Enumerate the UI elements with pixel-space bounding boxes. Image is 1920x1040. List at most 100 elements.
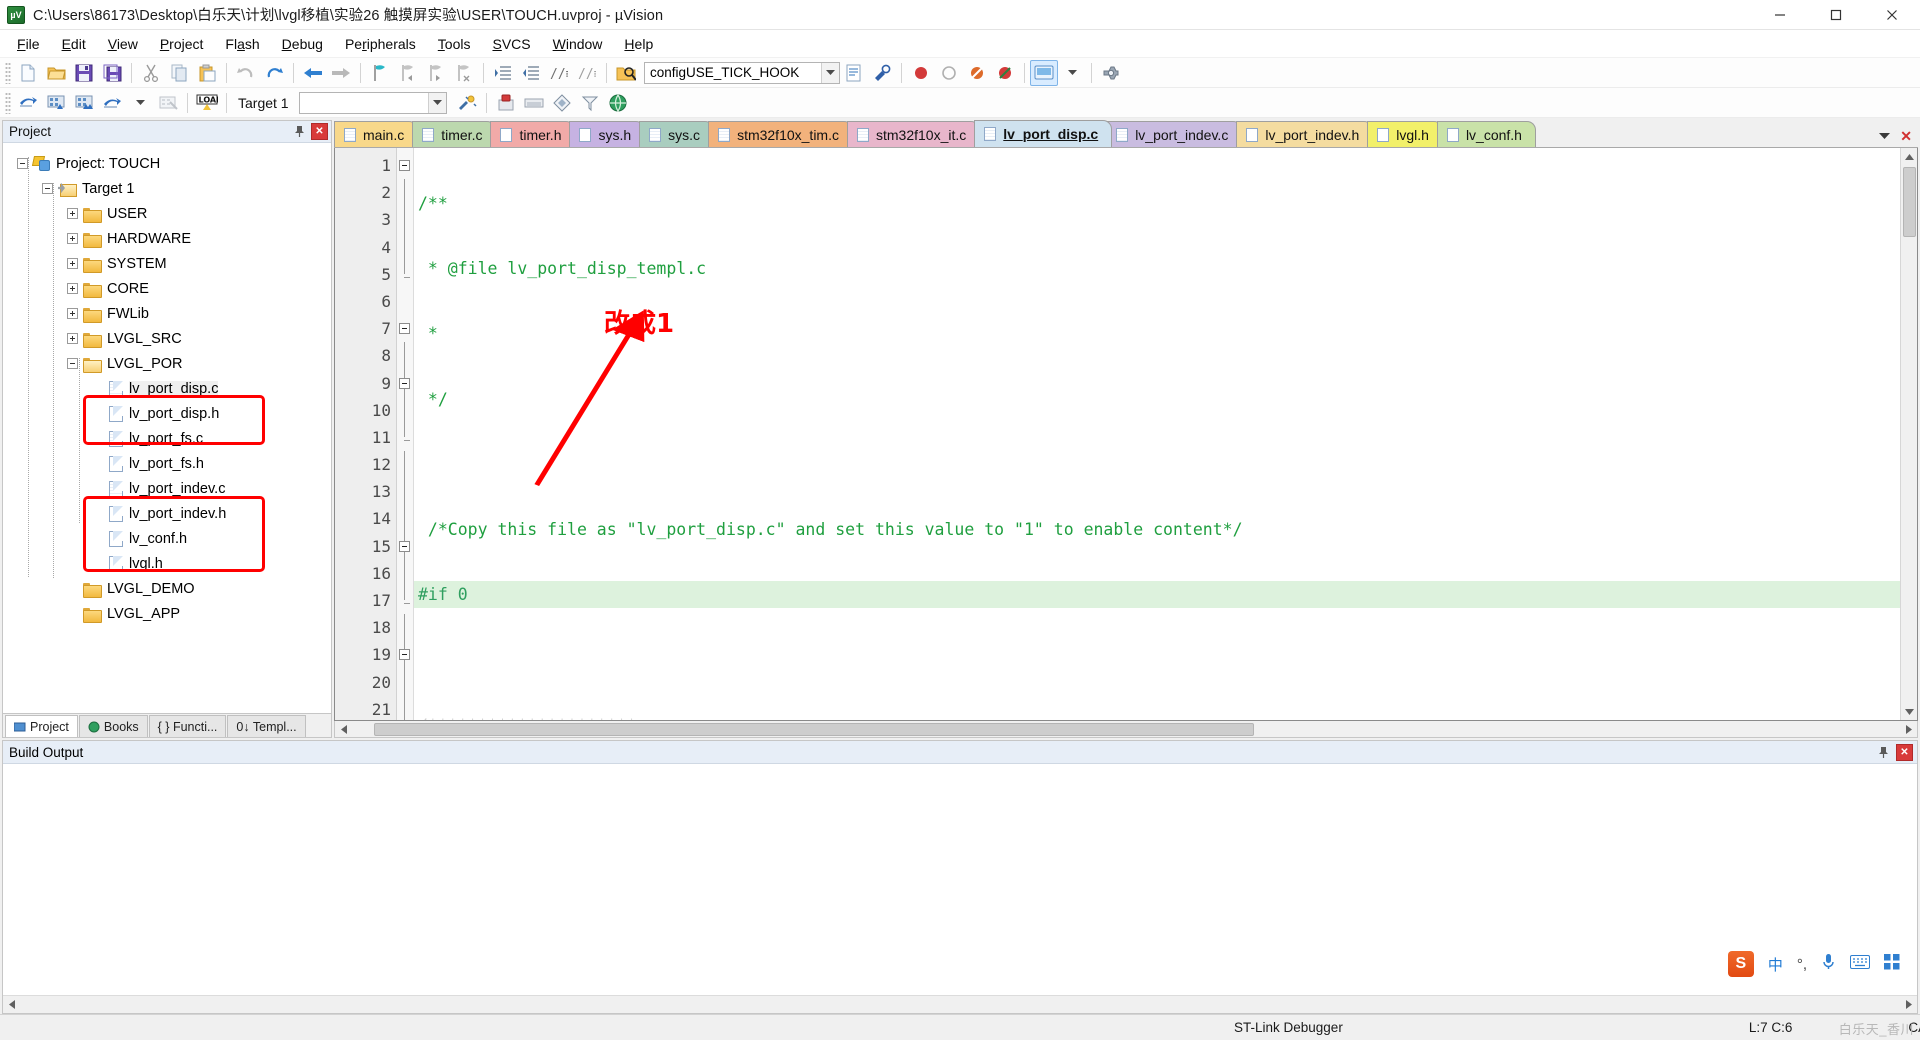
expander-toggle[interactable] bbox=[61, 308, 83, 319]
fold-collapse-icon[interactable] bbox=[399, 540, 410, 552]
menu-help[interactable]: Help bbox=[613, 33, 664, 55]
fold-row[interactable] bbox=[397, 641, 413, 669]
books-icon[interactable] bbox=[520, 90, 548, 116]
batch-build-icon[interactable] bbox=[98, 90, 126, 116]
tab-project[interactable]: Project bbox=[5, 715, 78, 737]
indent-icon[interactable] bbox=[489, 60, 517, 86]
tree-node-user[interactable]: USER bbox=[11, 201, 331, 226]
build-output-text[interactable] bbox=[3, 764, 1917, 995]
code-text[interactable]: /** * @file lv_port_disp_templ.c * */ /*… bbox=[414, 148, 1900, 720]
menu-peripherals[interactable]: Peripherals bbox=[334, 33, 427, 55]
menu-edit[interactable]: Edit bbox=[51, 33, 97, 55]
maximize-button[interactable] bbox=[1808, 0, 1864, 30]
target-select[interactable] bbox=[298, 91, 447, 114]
scroll-up-icon[interactable] bbox=[1900, 148, 1917, 165]
tab-functions[interactable]: { } Functi... bbox=[148, 715, 227, 737]
vertical-scroll-thumb[interactable] bbox=[1902, 167, 1916, 237]
uncomment-icon[interactable]: //≡ bbox=[573, 60, 601, 86]
bookmark-next-icon[interactable] bbox=[422, 60, 450, 86]
multi-project-icon[interactable] bbox=[604, 90, 632, 116]
editor-tab-timer-h[interactable]: timer.h bbox=[490, 121, 576, 147]
editor-tab-lv-port-indev-h[interactable]: lv_port_indev.h bbox=[1236, 121, 1374, 147]
menu-tools[interactable]: Tools bbox=[427, 33, 482, 55]
build-output-scrollbar[interactable] bbox=[3, 995, 1917, 1013]
combo-debug-caret[interactable] bbox=[1058, 60, 1086, 86]
editor-tab-lv-port-disp-c[interactable]: lv_port_disp.c bbox=[974, 120, 1113, 147]
code-folding-gutter[interactable] bbox=[397, 148, 414, 720]
expander-toggle[interactable] bbox=[61, 333, 83, 344]
expander-toggle[interactable] bbox=[61, 258, 83, 269]
debug-target-icon[interactable] bbox=[1030, 59, 1058, 86]
fold-collapse-icon[interactable] bbox=[399, 649, 410, 661]
batch-build-dropdown-icon[interactable] bbox=[126, 90, 154, 116]
fold-collapse-icon[interactable] bbox=[399, 377, 410, 389]
fold-row[interactable] bbox=[397, 152, 413, 179]
insert-template-icon[interactable] bbox=[840, 60, 868, 86]
fold-row[interactable] bbox=[397, 532, 413, 560]
cut-icon[interactable] bbox=[137, 60, 165, 86]
breakpoint-disable-all-icon[interactable] bbox=[963, 60, 991, 86]
menu-project[interactable]: Project bbox=[149, 33, 215, 55]
find-icon[interactable] bbox=[868, 60, 896, 86]
expander-toggle[interactable] bbox=[36, 183, 58, 194]
ime-punctuation-toggle[interactable]: °, bbox=[1797, 956, 1807, 973]
scroll-left-icon[interactable] bbox=[3, 997, 20, 1012]
chevron-down-icon[interactable] bbox=[821, 62, 839, 83]
navigate-forward-icon[interactable] bbox=[327, 60, 355, 86]
apps-grid-icon[interactable] bbox=[1884, 954, 1900, 974]
pin-icon[interactable] bbox=[1875, 744, 1892, 761]
editor-tab-lv-conf-h[interactable]: lv_conf.h bbox=[1436, 121, 1536, 147]
close-icon[interactable]: ✕ bbox=[1896, 743, 1913, 761]
tree-node-hardware[interactable]: HARDWARE bbox=[11, 226, 331, 251]
tab-templates[interactable]: 0↓ Templ... bbox=[227, 715, 306, 737]
rebuild-icon[interactable] bbox=[70, 90, 98, 116]
menu-svcs[interactable]: SVCS bbox=[481, 33, 541, 55]
menu-debug[interactable]: Debug bbox=[271, 33, 334, 55]
translate-icon[interactable] bbox=[14, 90, 42, 116]
stop-build-icon[interactable] bbox=[154, 90, 182, 116]
keyboard-icon[interactable] bbox=[1850, 955, 1870, 973]
undo-icon[interactable] bbox=[232, 60, 260, 86]
ime-language-toggle[interactable]: 中 bbox=[1768, 954, 1783, 975]
fold-collapse-icon[interactable] bbox=[399, 160, 410, 171]
fold-row[interactable] bbox=[397, 315, 413, 342]
editor-tab-sys-h[interactable]: sys.h bbox=[569, 121, 646, 147]
paste-icon[interactable] bbox=[193, 60, 221, 86]
menu-file[interactable]: FFileile bbox=[6, 33, 51, 55]
pin-icon[interactable] bbox=[291, 123, 308, 140]
save-all-icon[interactable] bbox=[98, 60, 126, 86]
editor-tab-timer-c[interactable]: timer.c bbox=[412, 121, 497, 147]
bookmark-clear-icon[interactable] bbox=[450, 60, 478, 86]
editor-tab-main-c[interactable]: main.c bbox=[334, 121, 419, 147]
tree-node-lvgl-src[interactable]: LVGL_SRC bbox=[11, 326, 331, 351]
tree-node-project[interactable]: Project: TOUCH bbox=[11, 151, 331, 176]
tree-node-system[interactable]: SYSTEM bbox=[11, 251, 331, 276]
tree-node-lv-port-indev-c[interactable]: lv_port_indev.c bbox=[11, 476, 331, 501]
open-file-icon[interactable] bbox=[42, 60, 70, 86]
navigate-back-icon[interactable] bbox=[299, 60, 327, 86]
tree-node-core[interactable]: CORE bbox=[11, 276, 331, 301]
comment-icon[interactable]: //≡ bbox=[545, 60, 573, 86]
minimize-button[interactable] bbox=[1752, 0, 1808, 30]
menu-window[interactable]: Window bbox=[542, 33, 614, 55]
horizontal-scroll-track[interactable] bbox=[20, 997, 1900, 1012]
expander-toggle[interactable] bbox=[61, 208, 83, 219]
breakpoint-icon[interactable] bbox=[907, 60, 935, 86]
save-icon[interactable] bbox=[70, 60, 98, 86]
microphone-icon[interactable] bbox=[1821, 953, 1836, 975]
tree-node-lvgl-app[interactable]: LVGL_APP bbox=[11, 601, 331, 626]
bookmark-toggle-icon[interactable] bbox=[366, 60, 394, 86]
tree-node-lvgl-h[interactable]: lvgl.h bbox=[11, 551, 331, 576]
editor-tab-stm32f10x-it-c[interactable]: stm32f10x_it.c bbox=[847, 121, 981, 147]
new-file-icon[interactable] bbox=[14, 60, 42, 86]
tab-books[interactable]: Books bbox=[78, 715, 148, 737]
tree-node-lvgl-demo[interactable]: LVGL_DEMO bbox=[11, 576, 331, 601]
tree-node-lv-port-fs-h[interactable]: lv_port_fs.h bbox=[11, 451, 331, 476]
expander-toggle[interactable] bbox=[61, 283, 83, 294]
scroll-down-icon[interactable] bbox=[1900, 703, 1917, 720]
toolbar-grip[interactable] bbox=[5, 61, 11, 84]
chevron-down-icon[interactable] bbox=[427, 92, 446, 113]
manage-project-items-icon[interactable] bbox=[453, 90, 481, 116]
tree-node-lv-conf-h[interactable]: lv_conf.h bbox=[11, 526, 331, 551]
toolbar-grip[interactable] bbox=[5, 91, 11, 114]
